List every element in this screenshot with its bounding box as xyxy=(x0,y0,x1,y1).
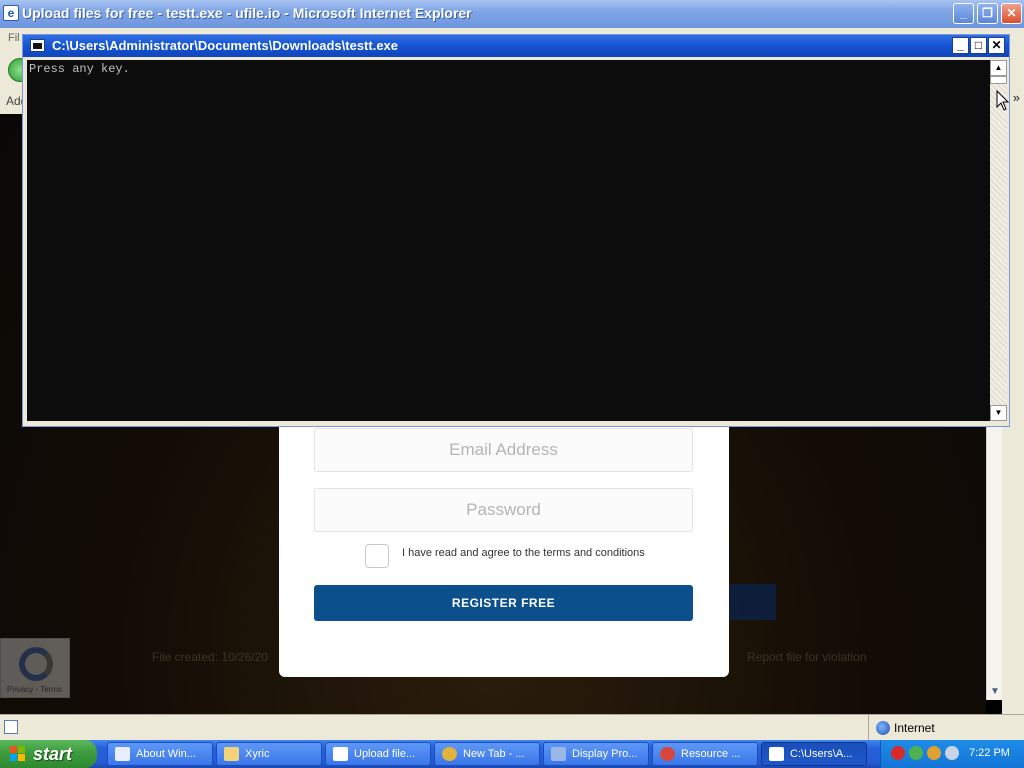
volume-icon[interactable] xyxy=(945,746,959,760)
folder-icon xyxy=(224,747,239,761)
console-minimize-button[interactable]: _ xyxy=(952,37,969,54)
resource-icon xyxy=(660,747,675,761)
taskbar-item-label: Upload file... xyxy=(354,748,416,760)
security-zone[interactable]: Internet xyxy=(868,715,1024,741)
console-window[interactable]: C:\Users\Administrator\Documents\Downloa… xyxy=(22,34,1010,427)
ie-window-title: Upload files for free - testt.exe - ufil… xyxy=(22,5,472,21)
terms-label: I have read and agree to the terms and c… xyxy=(402,547,645,559)
email-field[interactable]: Email Address xyxy=(314,428,693,472)
taskbar-item-label: New Tab - ... xyxy=(463,748,525,760)
ie-minimize-button[interactable]: _ xyxy=(953,3,974,24)
ie-page-icon: e xyxy=(3,5,19,21)
register-free-button[interactable]: REGISTER FREE xyxy=(314,585,693,621)
zone-label: Internet xyxy=(894,721,935,735)
security-icon[interactable] xyxy=(927,746,941,760)
ie-close-button[interactable]: ✕ xyxy=(1001,3,1022,24)
taskbar-item-label: Xyric xyxy=(245,748,270,760)
taskbar-item-about-windows[interactable]: About Win... xyxy=(107,742,213,766)
recaptcha-icon xyxy=(19,647,53,681)
taskbar-item-upload-files[interactable]: Upload file... xyxy=(325,742,431,766)
report-file-link[interactable]: Report file for violation xyxy=(747,650,866,664)
page-status-icon xyxy=(4,720,18,734)
console-scroll-down-icon[interactable]: ▼ xyxy=(990,405,1007,421)
console-scroll-thumb[interactable] xyxy=(990,76,1007,84)
windows-flag-icon xyxy=(10,746,26,762)
recaptcha-badge[interactable]: Privacy - Terms xyxy=(0,638,70,698)
console-scrollbar[interactable]: ▲ ▼ xyxy=(990,60,1007,421)
ie-status-bar: Internet xyxy=(0,714,1024,741)
console-title-bar[interactable]: C:\Users\Administrator\Documents\Downloa… xyxy=(23,35,1009,57)
file-menu[interactable]: Fil xyxy=(8,32,20,44)
taskbar-item-label: About Win... xyxy=(136,748,196,760)
file-created-text: File created: 10/26/20 xyxy=(152,650,269,664)
console-output-area[interactable]: Press any key. xyxy=(27,60,990,421)
recaptcha-terms[interactable]: Privacy - Terms xyxy=(7,685,62,694)
taskbar-item-label: Resource ... xyxy=(681,748,741,760)
terms-checkbox[interactable] xyxy=(365,544,389,568)
ie-title-bar[interactable]: e Upload files for free - testt.exe - uf… xyxy=(0,0,1024,28)
start-label: start xyxy=(33,744,73,764)
register-modal: Email Address Password I have read and a… xyxy=(279,414,729,677)
taskbar-item-console[interactable]: C:\Users\A... xyxy=(761,742,867,766)
display-icon xyxy=(551,747,566,761)
taskbar-item-label: C:\Users\A... xyxy=(790,748,853,760)
taskbar-item-label: Display Pro... xyxy=(572,748,638,760)
shield-icon[interactable] xyxy=(891,746,905,760)
start-button[interactable]: start xyxy=(0,740,97,768)
password-field[interactable]: Password xyxy=(314,488,693,532)
console-window-title: C:\Users\Administrator\Documents\Downloa… xyxy=(52,38,399,53)
toolbar-chevron-icon[interactable]: » xyxy=(1013,90,1020,105)
taskbar-item-display-properties[interactable]: Display Pro... xyxy=(543,742,649,766)
clock[interactable]: 7:22 PM xyxy=(969,747,1010,759)
chrome-icon xyxy=(442,747,457,761)
system-tray: 7:22 PM xyxy=(880,740,1024,768)
taskbar-item-resource[interactable]: Resource ... xyxy=(652,742,758,766)
console-close-button[interactable]: ✕ xyxy=(988,37,1005,54)
taskbar: start About Win... Xyric Upload file... … xyxy=(0,740,1024,768)
console-maximize-button[interactable]: □ xyxy=(970,37,987,54)
globe-icon xyxy=(876,721,890,735)
console-scroll-up-icon[interactable]: ▲ xyxy=(990,60,1007,76)
mouse-cursor-icon xyxy=(996,90,1010,111)
console-icon xyxy=(769,747,784,761)
window-icon xyxy=(115,747,130,761)
page-scroll-down-icon[interactable]: ▼ xyxy=(987,684,1003,700)
network-icon[interactable] xyxy=(909,746,923,760)
taskbar-item-xyric[interactable]: Xyric xyxy=(216,742,322,766)
console-output-text: Press any key. xyxy=(29,62,130,76)
taskbar-item-new-tab[interactable]: New Tab - ... xyxy=(434,742,540,766)
console-icon xyxy=(30,39,45,52)
ie-restore-button[interactable]: ❐ xyxy=(977,3,998,24)
ie-icon xyxy=(333,747,348,761)
